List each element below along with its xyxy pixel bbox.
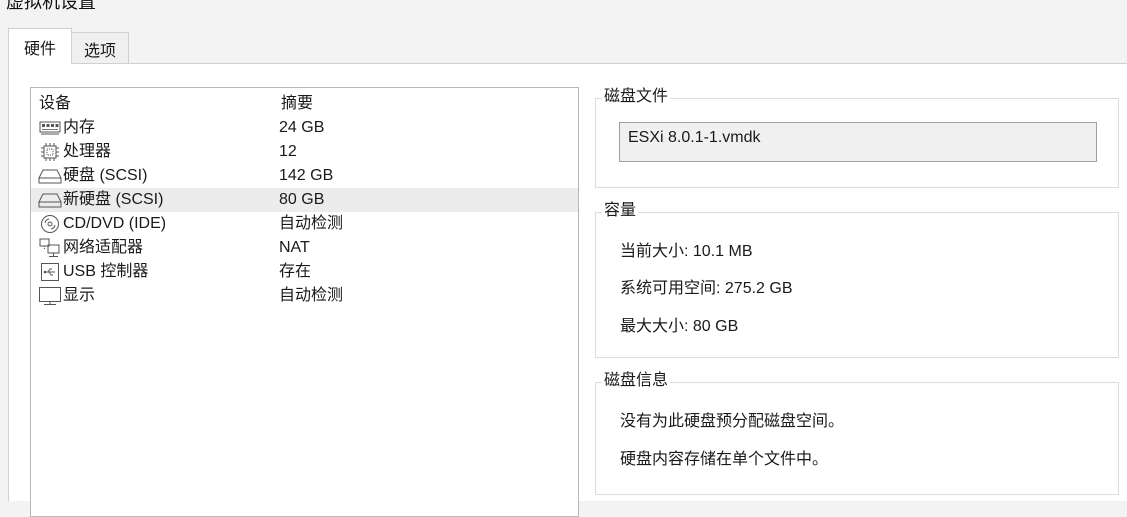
window-title: 虚拟机设置 bbox=[6, 0, 96, 12]
current-size-value: 10.1 MB bbox=[692, 243, 753, 260]
device-list[interactable]: 设备 摘要 内存 24 GB 处理器 12 硬盘 (SCSI) 142 GB 新… bbox=[30, 87, 579, 517]
disk-info-line-2: 硬盘内容存储在单个文件中。 bbox=[620, 451, 829, 468]
device-summary: 24 GB bbox=[279, 119, 325, 136]
column-header-summary[interactable]: 摘要 bbox=[281, 92, 578, 116]
available-space-line: 系统可用空间: 275.2 GB bbox=[620, 274, 793, 298]
device-row-display[interactable]: 显示 自动检测 bbox=[31, 284, 578, 308]
device-name: USB 控制器 bbox=[63, 263, 149, 280]
hard-disk-icon bbox=[37, 190, 63, 210]
device-row-network-adapter[interactable]: 网络适配器 NAT bbox=[31, 236, 578, 260]
disk-info-line-1: 没有为此硬盘预分配磁盘空间。 bbox=[620, 413, 845, 430]
tab-bar: 硬件 选项 bbox=[8, 28, 130, 64]
device-row-memory[interactable]: 内存 24 GB bbox=[31, 116, 578, 140]
device-summary: 自动检测 bbox=[279, 287, 344, 304]
processor-icon bbox=[37, 142, 63, 162]
device-row-cd-dvd[interactable]: CD/DVD (IDE) 自动检测 bbox=[31, 212, 578, 236]
disk-info-title: 磁盘信息 bbox=[602, 371, 671, 391]
current-size-line: 当前大小: 10.1 MB bbox=[620, 237, 753, 261]
hard-disk-icon bbox=[37, 166, 63, 186]
capacity-title: 容量 bbox=[602, 201, 639, 221]
device-name: 处理器 bbox=[63, 143, 112, 160]
available-space-label: 系统可用空间: bbox=[620, 280, 721, 297]
disk-file-group: 磁盘文件 ESXi 8.0.1-1.vmdk bbox=[595, 87, 1119, 188]
column-header-device[interactable]: 设备 bbox=[39, 92, 281, 116]
device-name: CD/DVD (IDE) bbox=[63, 215, 167, 232]
available-space-value: 275.2 GB bbox=[724, 280, 793, 297]
current-size-label: 当前大小: bbox=[620, 243, 689, 260]
capacity-group: 容量 当前大小: 10.1 MB 系统可用空间: 275.2 GB 最大大小: … bbox=[595, 201, 1119, 358]
device-summary: 80 GB bbox=[279, 191, 325, 208]
cd-dvd-icon bbox=[37, 214, 63, 234]
device-summary: 142 GB bbox=[279, 167, 334, 184]
device-summary: NAT bbox=[279, 239, 310, 256]
device-name: 硬盘 (SCSI) bbox=[63, 167, 148, 184]
max-size-label: 最大大小: bbox=[620, 318, 689, 335]
device-row-hard-disk[interactable]: 硬盘 (SCSI) 142 GB bbox=[31, 164, 578, 188]
device-row-processor[interactable]: 处理器 12 bbox=[31, 140, 578, 164]
max-size-line: 最大大小: 80 GB bbox=[620, 312, 738, 336]
disk-file-field[interactable]: ESXi 8.0.1-1.vmdk bbox=[619, 122, 1097, 162]
disk-file-title: 磁盘文件 bbox=[602, 87, 671, 107]
device-summary: 存在 bbox=[279, 263, 312, 280]
device-row-new-hard-disk[interactable]: 新硬盘 (SCSI) 80 GB bbox=[31, 188, 578, 212]
device-name: 网络适配器 bbox=[63, 239, 144, 256]
display-icon bbox=[37, 286, 63, 306]
disk-info-group: 磁盘信息 没有为此硬盘预分配磁盘空间。 硬盘内容存储在单个文件中。 bbox=[595, 371, 1119, 495]
max-size-value: 80 GB bbox=[692, 318, 739, 335]
device-row-usb-controller[interactable]: USB 控制器 存在 bbox=[31, 260, 578, 284]
device-summary: 12 bbox=[279, 143, 297, 160]
tab-hardware[interactable]: 硬件 bbox=[8, 28, 73, 64]
device-list-header: 设备 摘要 bbox=[31, 88, 578, 116]
memory-icon bbox=[37, 118, 63, 138]
device-summary: 自动检测 bbox=[279, 215, 344, 232]
usb-controller-icon bbox=[37, 262, 63, 282]
network-adapter-icon bbox=[37, 238, 63, 258]
device-name: 显示 bbox=[63, 287, 96, 304]
device-name: 内存 bbox=[63, 119, 96, 136]
tab-options[interactable]: 选项 bbox=[71, 32, 130, 64]
device-name: 新硬盘 (SCSI) bbox=[63, 191, 164, 208]
